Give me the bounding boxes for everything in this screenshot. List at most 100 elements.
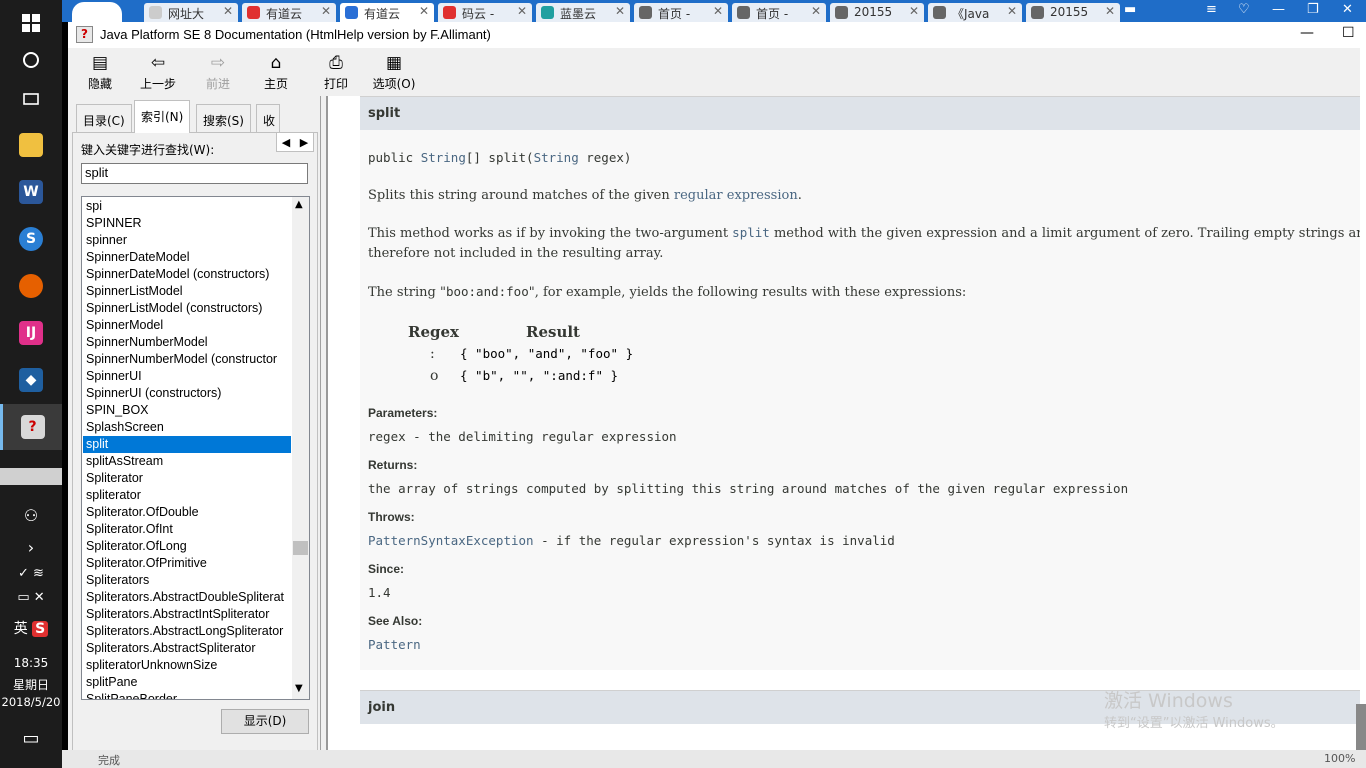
tab-scroll-arrows[interactable]: ◀ ▶ xyxy=(276,132,314,152)
browser-close-icon[interactable]: ✕ xyxy=(1342,2,1353,17)
index-list-item[interactable]: Spliterator xyxy=(83,470,291,487)
browser-button[interactable]: S xyxy=(0,216,62,262)
index-list-item[interactable]: Spliterators.AbstractIntSpliterator xyxy=(83,606,291,623)
close-tab-icon[interactable]: ✕ xyxy=(1007,4,1017,18)
index-list-item[interactable]: SPINNER xyxy=(83,215,291,232)
file-explorer-button[interactable] xyxy=(0,122,62,168)
browser-tab[interactable]: 蓝墨云 ✕ xyxy=(536,3,630,22)
browser-minimize-icon[interactable]: — xyxy=(1272,2,1285,17)
index-list-item[interactable]: spinner xyxy=(83,232,291,249)
scroll-up-icon[interactable]: ▲ xyxy=(295,199,303,210)
regular-expression-link[interactable]: regular expression xyxy=(674,188,798,203)
htmlhelp-button[interactable]: ? xyxy=(0,404,62,450)
browser-tab[interactable]: 首页 - ✕ xyxy=(732,3,826,22)
show-hidden-icons-chevron-icon[interactable]: › xyxy=(0,538,62,557)
index-list-item[interactable]: splitAsStream xyxy=(83,453,291,470)
index-list-item[interactable]: SplitPaneBorder xyxy=(83,691,291,699)
index-list-item[interactable]: SplashScreen xyxy=(83,419,291,436)
index-list-item[interactable]: Spliterators.AbstractSpliterator xyxy=(83,640,291,657)
word-button[interactable]: W xyxy=(0,169,62,215)
close-tab-icon[interactable]: ✕ xyxy=(811,4,821,18)
browser-tab[interactable]: 《Java ✕ xyxy=(928,3,1022,22)
split-code-link[interactable]: split xyxy=(732,225,770,240)
people-icon[interactable]: ⚇ xyxy=(0,506,62,525)
tab-index[interactable]: 索引(N) xyxy=(134,100,191,133)
browser-tab[interactable]: 网址大 ✕ xyxy=(144,3,238,22)
close-tab-icon[interactable]: ✕ xyxy=(321,4,331,18)
zoom-level[interactable]: 100% xyxy=(1324,752,1355,765)
skin-icon[interactable]: ♡ xyxy=(1238,2,1250,17)
add-tab-icon[interactable]: ▬ xyxy=(1124,2,1136,17)
home-button[interactable]: ⌂ 主页 xyxy=(246,51,306,92)
index-list-item[interactable]: SpinnerListModel (constructors) xyxy=(83,300,291,317)
index-list-item[interactable]: Spliterator.OfInt xyxy=(83,521,291,538)
close-tab-icon[interactable]: ✕ xyxy=(909,4,919,18)
ime-indicator[interactable]: 英 S xyxy=(0,618,62,638)
tab-contents[interactable]: 目录(C) xyxy=(76,104,132,132)
index-list-item[interactable]: Spliterators xyxy=(83,572,291,589)
menu-icon[interactable]: ≡ xyxy=(1206,2,1217,17)
close-tab-icon[interactable]: ✕ xyxy=(517,4,527,18)
close-tab-icon[interactable]: ✕ xyxy=(223,4,233,18)
index-list-item[interactable]: SpinnerDateModel (constructors) xyxy=(83,266,291,283)
browser-tab[interactable]: 首页 - ✕ xyxy=(634,3,728,22)
keyword-input[interactable]: split xyxy=(81,163,308,184)
index-list[interactable]: spi SPINNER spinner SpinnerDateModel Spinner… xyxy=(81,196,310,700)
volume-icon[interactable]: ▭ ✕ xyxy=(0,590,62,605)
tab-favorites[interactable]: 收 xyxy=(256,104,280,132)
tab-scroll-left-icon[interactable]: ◀ xyxy=(282,136,290,149)
pattern-syntax-exception-link[interactable]: PatternSyntaxException xyxy=(368,533,534,548)
browser-tab[interactable]: 20155 ✕ xyxy=(1026,3,1120,22)
forward-button[interactable]: ⇨ 前进 xyxy=(188,51,248,92)
index-list-item[interactable]: SpinnerModel xyxy=(83,317,291,334)
browser-tab[interactable]: 有道云 ✕ xyxy=(242,3,336,22)
index-list-item[interactable]: SPIN_BOX xyxy=(83,402,291,419)
notification-icon[interactable]: ▭ xyxy=(0,728,62,749)
tab-search[interactable]: 搜索(S) xyxy=(196,104,251,132)
taskbar-scrollbar[interactable] xyxy=(0,468,62,485)
index-list-item[interactable]: SpinnerNumberModel (constructor xyxy=(83,351,291,368)
firefox-button[interactable] xyxy=(0,263,62,309)
index-list-item[interactable]: SpinnerUI xyxy=(83,368,291,385)
browser-tab[interactable]: 20155 ✕ xyxy=(830,3,924,22)
maximize-icon[interactable]: ☐ xyxy=(1342,25,1355,41)
index-list-scrollbar[interactable]: ▲ ▼ xyxy=(292,197,309,699)
index-list-item[interactable]: SpinnerUI (constructors) xyxy=(83,385,291,402)
close-tab-icon[interactable]: ✕ xyxy=(713,4,723,18)
hide-button[interactable]: ▤ 隐藏 xyxy=(70,51,130,92)
desktop-scrollbar[interactable] xyxy=(1356,704,1366,756)
close-tab-icon[interactable]: ✕ xyxy=(419,4,429,18)
task-view-button[interactable] xyxy=(0,76,62,122)
browser-tab[interactable]: 码云 - ✕ xyxy=(438,3,532,22)
minimize-icon[interactable]: — xyxy=(1300,25,1314,41)
index-list-item[interactable]: SpinnerListModel xyxy=(83,283,291,300)
title-bar[interactable]: ? Java Platform SE 8 Documentation (Html… xyxy=(68,22,1366,48)
index-list-item[interactable]: Spliterator.OfLong xyxy=(83,538,291,555)
pattern-link[interactable]: Pattern xyxy=(368,637,421,652)
browser-restore-icon[interactable]: ❐ xyxy=(1307,2,1319,17)
clock-time[interactable]: 18:35 xyxy=(0,656,62,670)
index-list-item[interactable]: Spliterator.OfPrimitive xyxy=(83,555,291,572)
options-button[interactable]: ▦ 选项(O) xyxy=(364,51,424,92)
index-list-item[interactable]: Spliterator.OfDouble xyxy=(83,504,291,521)
display-button[interactable]: 显示(D) xyxy=(221,709,309,734)
string-type-link[interactable]: String xyxy=(421,150,466,165)
close-tab-icon[interactable]: ✕ xyxy=(615,4,625,18)
scroll-thumb[interactable] xyxy=(293,541,308,555)
index-list-item[interactable]: spliterator xyxy=(83,487,291,504)
param-type-link[interactable]: String xyxy=(534,150,579,165)
browser-tab[interactable]: 有道云 ✕ xyxy=(340,3,434,22)
index-list-item[interactable]: SpinnerNumberModel xyxy=(83,334,291,351)
index-list-item[interactable]: splitPane xyxy=(83,674,291,691)
virtualbox-button[interactable]: ◆ xyxy=(0,357,62,403)
network-icon[interactable]: ✓ ≋ xyxy=(0,566,62,581)
back-button[interactable]: ⇦ 上一步 xyxy=(128,51,188,92)
index-list-item[interactable]: Spliterators.AbstractLongSpliterator xyxy=(83,623,291,640)
index-list-item[interactable]: spliteratorUnknownSize xyxy=(83,657,291,674)
close-tab-icon[interactable]: ✕ xyxy=(1105,4,1115,18)
index-list-item[interactable]: split xyxy=(83,436,291,453)
print-button[interactable]: ⎙ 打印 xyxy=(306,51,366,92)
index-list-item[interactable]: spi xyxy=(83,198,291,215)
intellij-button[interactable]: IJ xyxy=(0,310,62,356)
scroll-down-icon[interactable]: ▼ xyxy=(295,683,303,694)
